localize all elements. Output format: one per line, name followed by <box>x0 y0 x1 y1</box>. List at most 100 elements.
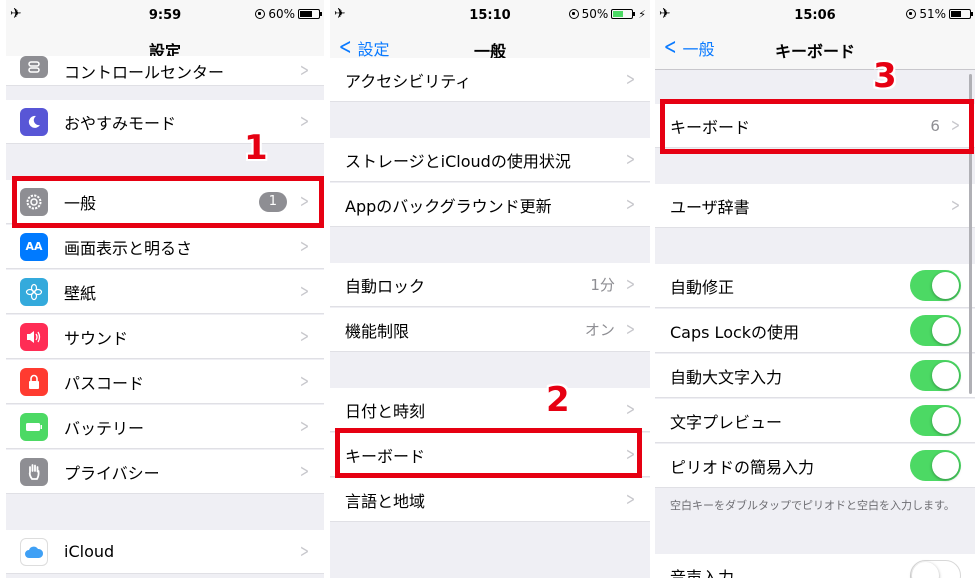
period-shortcut-footnote: 空白キーをダブルタップでピリオドと空白を入力します。 <box>670 499 955 512</box>
navigation-bar: < 一般 キーボード <box>655 30 975 70</box>
battery-icon <box>611 9 636 19</box>
list-item-label: パスコード <box>64 373 145 393</box>
list-item-label: プライバシー <box>64 463 160 483</box>
list-item-label: ユーザ辞書 <box>670 197 750 217</box>
step-number: 1 <box>244 128 268 168</box>
list-item-label: iCloud <box>64 542 115 561</box>
list-item-label: ピリオドの簡易入力 <box>670 457 815 477</box>
list-item-label: サウンド <box>64 328 129 348</box>
chevron-right-icon: > <box>625 319 635 340</box>
chevron-right-icon: > <box>299 60 309 81</box>
battery-percent: 50% <box>581 7 609 21</box>
chevron-right-icon: > <box>299 371 309 392</box>
auto-correction-toggle[interactable] <box>910 270 961 301</box>
list-item-value: 1分 <box>590 276 615 294</box>
list-item-battery[interactable]: バッテリー > <box>6 405 324 449</box>
list-item-do-not-disturb[interactable]: おやすみモード > <box>6 100 324 144</box>
list-item-label: 文字プレビュー <box>670 412 783 432</box>
page-title: キーボード <box>774 42 855 61</box>
battery-percent: 60% <box>268 7 295 21</box>
chevron-right-icon: > <box>299 236 309 257</box>
step-number: 2 <box>546 380 570 420</box>
period-shortcut-toggle[interactable] <box>910 450 961 481</box>
auto-capitalization-toggle[interactable] <box>910 360 961 391</box>
list-item-icloud[interactable]: iCloud > <box>6 530 324 574</box>
list-item-caps-lock: Caps Lockの使用 <box>655 309 975 353</box>
rotation-lock-icon <box>568 9 579 19</box>
charging-bolt-icon: ⚡ <box>638 7 646 21</box>
battery-icon <box>949 9 973 19</box>
keyboard-settings-screen: ✈ 15:06 51% < 一般 キーボード キーボード 6 > ユーザ辞書 >… <box>655 0 975 578</box>
step-number: 3 <box>873 56 897 96</box>
status-bar: ✈ 9:59 60% <box>6 0 324 30</box>
list-item-label: 自動大文字入力 <box>670 367 783 387</box>
chevron-right-icon: > <box>299 111 309 132</box>
list-item-character-preview: 文字プレビュー <box>655 399 975 443</box>
chevron-right-icon: > <box>625 489 635 510</box>
wallpaper-icon <box>20 277 48 306</box>
chevron-right-icon: > <box>299 281 309 302</box>
tutorial-composite: ✈ 9:59 60% 設定 コントロールセンター > おやすみモード > 一般 … <box>0 0 980 578</box>
status-bar: ✈ 15:10 50% ⚡ <box>330 0 650 30</box>
rotation-lock-icon <box>255 9 266 19</box>
chevron-right-icon: > <box>625 194 635 215</box>
general-screen: ✈ 15:10 50% ⚡ < 設定 一般 アクセシビリティ > ストレージとi… <box>330 0 650 578</box>
battery-percent: 51% <box>919 7 946 21</box>
highlight-box <box>660 99 974 154</box>
control-center-icon <box>20 55 48 78</box>
status-bar: ✈ 15:06 51% <box>655 0 975 30</box>
chevron-right-icon: > <box>625 69 635 90</box>
chevron-right-icon: > <box>299 461 309 482</box>
list-item-period-shortcut: ピリオドの簡易入力 <box>655 444 975 488</box>
list-item-auto-lock[interactable]: 自動ロック 1分 > <box>330 263 650 307</box>
chevron-right-icon: > <box>950 195 960 216</box>
list-item-storage-icloud[interactable]: ストレージとiCloudの使用状況 > <box>330 138 650 182</box>
list-item-restrictions[interactable]: 機能制限 オン > <box>330 308 650 352</box>
battery-icon <box>298 9 322 19</box>
list-item-label: 自動修正 <box>670 277 735 297</box>
list-item-label: 言語と地域 <box>345 491 426 511</box>
list-item-passcode[interactable]: パスコード > <box>6 360 324 404</box>
list-item-sounds[interactable]: サウンド > <box>6 315 324 359</box>
list-item-background-refresh[interactable]: Appのバックグラウンド更新 > <box>330 183 650 227</box>
list-item-value: オン <box>584 321 615 339</box>
list-item-accessibility[interactable]: アクセシビリティ > <box>330 58 650 102</box>
list-item-dictation: 音声入力 <box>655 554 975 578</box>
dictation-toggle[interactable] <box>910 560 961 578</box>
cloud-icon <box>20 537 48 566</box>
chevron-right-icon: > <box>299 326 309 347</box>
moon-icon <box>20 107 48 136</box>
list-item-label: Appのバックグラウンド更新 <box>345 196 552 216</box>
chevron-right-icon: > <box>625 399 635 420</box>
chevron-right-icon: > <box>299 541 309 562</box>
list-item-label: コントロールセンター <box>64 62 225 82</box>
list-item-label: Caps Lockの使用 <box>670 322 800 342</box>
list-item-label: 機能制限 <box>345 321 410 341</box>
list-item-label: 音声入力 <box>670 567 735 578</box>
list-item-language-region[interactable]: 言語と地域 > <box>330 478 650 522</box>
list-item-label: 自動ロック <box>345 276 426 296</box>
list-item-date-time[interactable]: 日付と時刻 > <box>330 388 650 432</box>
caps-lock-toggle[interactable] <box>910 315 961 346</box>
chevron-right-icon: > <box>625 274 635 295</box>
settings-list: コントロールセンター > おやすみモード > 一般 1 > AA 画面表示と明る… <box>6 55 324 578</box>
hand-icon <box>20 457 48 486</box>
display-brightness-icon: AA <box>20 232 48 261</box>
list-item-user-dictionary[interactable]: ユーザ辞書 > <box>655 184 975 228</box>
list-item-label: アクセシビリティ <box>345 71 472 91</box>
general-list: アクセシビリティ > ストレージとiCloudの使用状況 > Appのバックグラ… <box>330 58 650 578</box>
list-item-privacy[interactable]: プライバシー > <box>6 450 324 494</box>
list-item-control-center[interactable]: コントロールセンター > <box>6 55 324 86</box>
settings-screen: ✈ 9:59 60% 設定 コントロールセンター > おやすみモード > 一般 … <box>6 0 324 578</box>
speaker-icon <box>20 322 48 351</box>
highlight-box <box>12 176 324 228</box>
list-item-wallpaper[interactable]: 壁紙 > <box>6 270 324 314</box>
battery-icon <box>20 412 48 441</box>
character-preview-toggle[interactable] <box>910 405 961 436</box>
list-item-auto-capitalization: 自動大文字入力 <box>655 354 975 398</box>
list-item-label: バッテリー <box>64 418 145 438</box>
rotation-lock-icon <box>906 9 917 19</box>
lock-icon <box>20 367 48 396</box>
list-item-display-brightness[interactable]: AA 画面表示と明るさ > <box>6 225 324 269</box>
list-item-label: 壁紙 <box>64 283 97 303</box>
